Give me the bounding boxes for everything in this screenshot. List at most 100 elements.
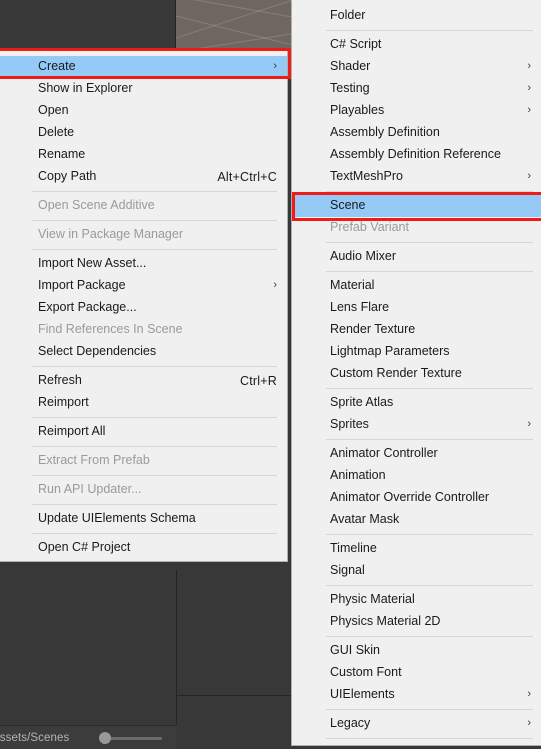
menu-item-label: Physic Material [330,592,415,607]
menu-item-label: Signal [330,563,365,578]
chevron-right-icon: › [527,170,531,182]
context-menu-item-open-scene-additive: Open Scene Additive [0,195,287,217]
create-submenu-item-folder[interactable]: Folder [292,5,541,27]
create-submenu-item-prefab-variant: Prefab Variant [292,217,541,239]
menu-separator [32,417,277,418]
menu-item-label: Scene [330,198,366,213]
create-submenu-item-lightmap-parameters[interactable]: Lightmap Parameters [292,341,541,363]
menu-separator [32,191,277,192]
menu-item-label: Open Scene Additive [38,198,155,213]
create-submenu-item-render-texture[interactable]: Render Texture [292,319,541,341]
context-menu-item-show-in-explorer[interactable]: Show in Explorer [0,78,287,100]
menu-item-label: GUI Skin [330,643,381,658]
menu-item-label: TextMeshPro [330,169,403,184]
create-submenu-item-animation[interactable]: Animation [292,465,541,487]
context-menu-item-rename[interactable]: Rename [0,144,287,166]
context-menu-item-create[interactable]: Create › [0,56,287,78]
create-submenu-item-testing[interactable]: Testing › [292,78,541,100]
panel-divider [175,0,176,48]
context-menu-item-update-uielements-schema[interactable]: Update UIElements Schema [0,508,287,530]
menu-item-label: Animator Override Controller [330,490,490,505]
menu-separator [326,585,533,586]
context-menu-item-import-package[interactable]: Import Package › [0,275,287,297]
context-menu-item-reimport[interactable]: Reimport [0,392,287,414]
menu-item-label: Sprite Atlas [330,395,394,410]
create-submenu-item-scene[interactable]: Scene [292,195,541,217]
menu-item-label: Export Package... [38,300,137,315]
create-submenu-item-physics-material-2d[interactable]: Physics Material 2D [292,611,541,633]
chevron-right-icon: › [273,279,277,291]
context-menu-item-export-package[interactable]: Export Package... [0,297,287,319]
create-submenu-item-assembly-definition[interactable]: Assembly Definition [292,122,541,144]
create-submenu-item-material[interactable]: Material [292,275,541,297]
context-menu-item-extract-from-prefab: Extract From Prefab [0,450,287,472]
create-submenu[interactable]: Folder C# Script Shader › Testing › Playables ›… [291,0,541,746]
context-menu-item-refresh[interactable]: Refresh Ctrl+R [0,370,287,392]
project-folder-panel[interactable] [0,570,177,725]
create-submenu-item-textmeshpro[interactable]: TextMeshPro › [292,166,541,188]
create-submenu-item-audio-mixer[interactable]: Audio Mixer [292,246,541,268]
create-submenu-item-timeline[interactable]: Timeline [292,538,541,560]
context-menu-item-import-new-asset[interactable]: Import New Asset... [0,253,287,275]
create-submenu-item-gui-skin[interactable]: GUI Skin [292,640,541,662]
menu-item-label: Reimport All [38,424,106,439]
menu-item-label: C# Script [330,37,382,52]
create-submenu-item-sprites[interactable]: Sprites › [292,414,541,436]
menu-item-shortcut: Alt+Ctrl+C [217,169,277,184]
create-submenu-item-avatar-mask[interactable]: Avatar Mask [292,509,541,531]
menu-item-label: Copy Path [38,169,97,184]
menu-item-label: Refresh [38,373,82,388]
create-submenu-item-animator-override-controller[interactable]: Animator Override Controller [292,487,541,509]
menu-separator [326,738,533,739]
menu-item-label: Lightmap Parameters [330,344,450,359]
menu-item-label: Physics Material 2D [330,614,441,629]
create-submenu-item-legacy[interactable]: Legacy › [292,713,541,735]
menu-item-label: Assembly Definition [330,125,440,140]
menu-item-label: Animation [330,468,386,483]
create-submenu-item-custom-render-texture[interactable]: Custom Render Texture [292,363,541,385]
context-menu-item-copy-path[interactable]: Copy Path Alt+Ctrl+C [0,166,287,188]
menu-item-label: Legacy [330,716,371,731]
menu-item-shortcut: Ctrl+R [240,373,277,388]
create-submenu-item-custom-font[interactable]: Custom Font [292,662,541,684]
menu-item-label: Animator Controller [330,446,438,461]
create-submenu-item-c-script[interactable]: C# Script [292,34,541,56]
create-submenu-item-shader[interactable]: Shader › [292,56,541,78]
context-menu-item-open-c-project[interactable]: Open C# Project [0,537,287,559]
menu-separator [32,475,277,476]
menu-item-label: Delete [38,125,75,140]
menu-separator [326,191,533,192]
chevron-right-icon: › [527,717,531,729]
menu-separator [326,388,533,389]
context-menu-item-reimport-all[interactable]: Reimport All [0,421,287,443]
menu-separator [326,271,533,272]
menu-separator [32,533,277,534]
menu-item-label: Rename [38,147,86,162]
context-menu-item-run-api-updater: Run API Updater... [0,479,287,501]
menu-separator [32,249,277,250]
menu-item-label: Open C# Project [38,540,131,555]
menu-separator [326,534,533,535]
context-menu-item-open[interactable]: Open [0,100,287,122]
context-menu-item-select-dependencies[interactable]: Select Dependencies [0,341,287,363]
hierarchy-panel [0,0,176,48]
create-submenu-item-playables[interactable]: Playables › [292,100,541,122]
create-submenu-item-uielements[interactable]: UIElements › [292,684,541,706]
chevron-right-icon: › [527,60,531,72]
menu-item-label: Prefab Variant [330,220,409,235]
project-status-bar: Assets/Scenes [0,725,176,749]
chevron-right-icon: › [273,60,277,72]
create-submenu-item-signal[interactable]: Signal [292,560,541,582]
menu-item-label: Shader [330,59,371,74]
create-submenu-item-animator-controller[interactable]: Animator Controller [292,443,541,465]
create-submenu-item-assembly-definition-reference[interactable]: Assembly Definition Reference [292,144,541,166]
create-submenu-item-physic-material[interactable]: Physic Material [292,589,541,611]
menu-item-label: Show in Explorer [38,81,133,96]
create-submenu-item-lens-flare[interactable]: Lens Flare [292,297,541,319]
menu-separator [326,709,533,710]
context-menu-item-delete[interactable]: Delete [0,122,287,144]
project-context-menu[interactable]: Create › Show in Explorer Open Delete Rename C… [0,50,288,562]
chevron-right-icon: › [527,418,531,430]
create-submenu-item-sprite-atlas[interactable]: Sprite Atlas [292,392,541,414]
thumbnail-size-slider-knob[interactable] [99,732,111,744]
